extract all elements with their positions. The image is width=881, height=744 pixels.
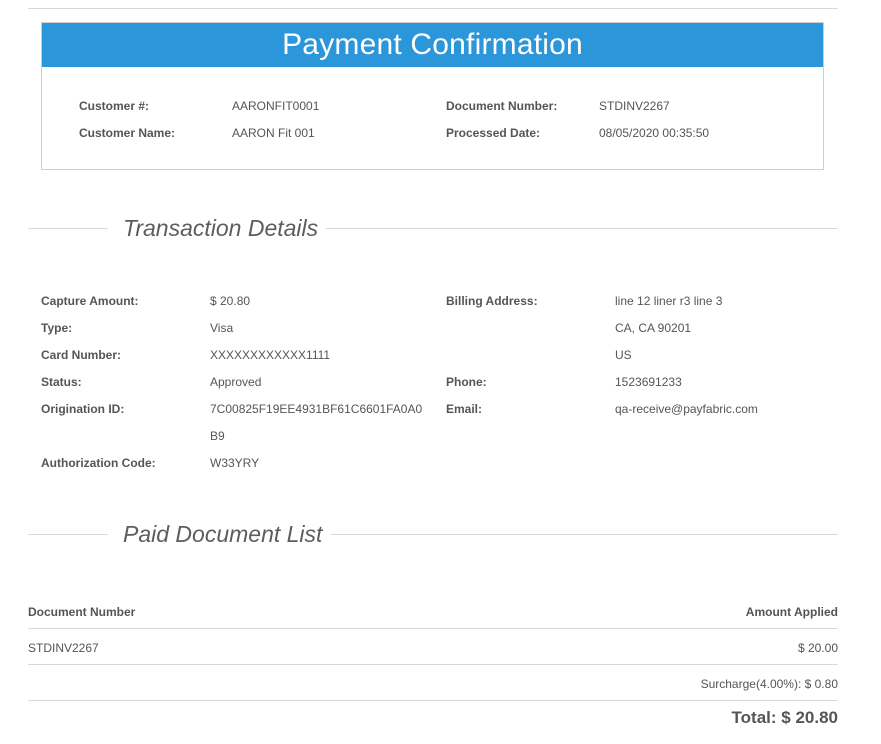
customer-number-label: Customer #: <box>79 99 150 113</box>
billing-address-line1: line 12 liner r3 line 3 <box>615 294 723 308</box>
billing-address-line3: US <box>615 348 632 362</box>
customer-name-value: AARON Fit 001 <box>232 126 315 140</box>
billing-address-line2: CA, CA 90201 <box>615 321 692 335</box>
billing-address-label: Billing Address: <box>446 294 538 308</box>
table-header-divider <box>28 628 838 629</box>
email-value: qa-receive@payfabric.com <box>615 402 758 416</box>
surcharge-divider <box>28 700 838 701</box>
status-label: Status: <box>41 375 82 389</box>
customer-info-grid: Customer #: AARONFIT0001 Customer Name: … <box>42 23 823 169</box>
row-document-number: STDINV2267 <box>28 641 99 655</box>
heading-divider-left <box>28 228 108 229</box>
row-amount-applied: $ 20.00 <box>797 641 838 655</box>
capture-amount-label: Capture Amount: <box>41 294 139 308</box>
column-header-document-number: Document Number <box>28 605 136 619</box>
transaction-details-heading: Transaction Details <box>28 213 838 243</box>
document-number-label: Document Number: <box>446 99 558 113</box>
heading-divider-left <box>28 534 108 535</box>
email-label: Email: <box>446 402 483 416</box>
column-header-amount-applied: Amount Applied <box>745 605 838 619</box>
type-label: Type: <box>41 321 73 335</box>
phone-value: 1523691233 <box>615 375 682 389</box>
confirmation-summary-box: Payment Confirmation Customer #: AARONFI… <box>41 22 824 170</box>
type-value: Visa <box>210 321 234 335</box>
top-divider <box>28 8 838 9</box>
authorization-code-label: Authorization Code: <box>41 456 156 470</box>
processed-date-value: 08/05/2020 00:35:50 <box>599 126 710 140</box>
table-row-divider <box>28 664 838 665</box>
capture-amount-value: $ 20.80 <box>210 294 251 308</box>
payment-confirmation-page: Payment Confirmation Customer #: AARONFI… <box>0 0 881 744</box>
surcharge-text: Surcharge(4.00%): $ 0.80 <box>700 677 838 691</box>
paid-document-list-heading: Paid Document List <box>28 519 838 549</box>
origination-id-value-line2: B9 <box>210 429 225 443</box>
card-number-label: Card Number: <box>41 348 122 362</box>
document-number-value: STDINV2267 <box>599 99 670 113</box>
processed-date-label: Processed Date: <box>446 126 541 140</box>
total-amount: Total: $ 20.80 <box>731 708 838 727</box>
heading-divider-right <box>331 534 838 535</box>
origination-id-value-line1: 7C00825F19EE4931BF61C6601FA0A0 <box>210 402 423 416</box>
card-number-value: XXXXXXXXXXXX1111 <box>210 348 331 362</box>
phone-label: Phone: <box>446 375 487 389</box>
origination-id-label: Origination ID: <box>41 402 125 416</box>
status-value: Approved <box>210 375 262 389</box>
transaction-details-title: Transaction Details <box>123 215 319 241</box>
customer-name-label: Customer Name: <box>79 126 176 140</box>
authorization-code-value: W33YRY <box>210 456 260 470</box>
heading-divider-right <box>326 228 838 229</box>
customer-number-value: AARONFIT0001 <box>232 99 320 113</box>
paid-document-list-title: Paid Document List <box>123 521 323 547</box>
